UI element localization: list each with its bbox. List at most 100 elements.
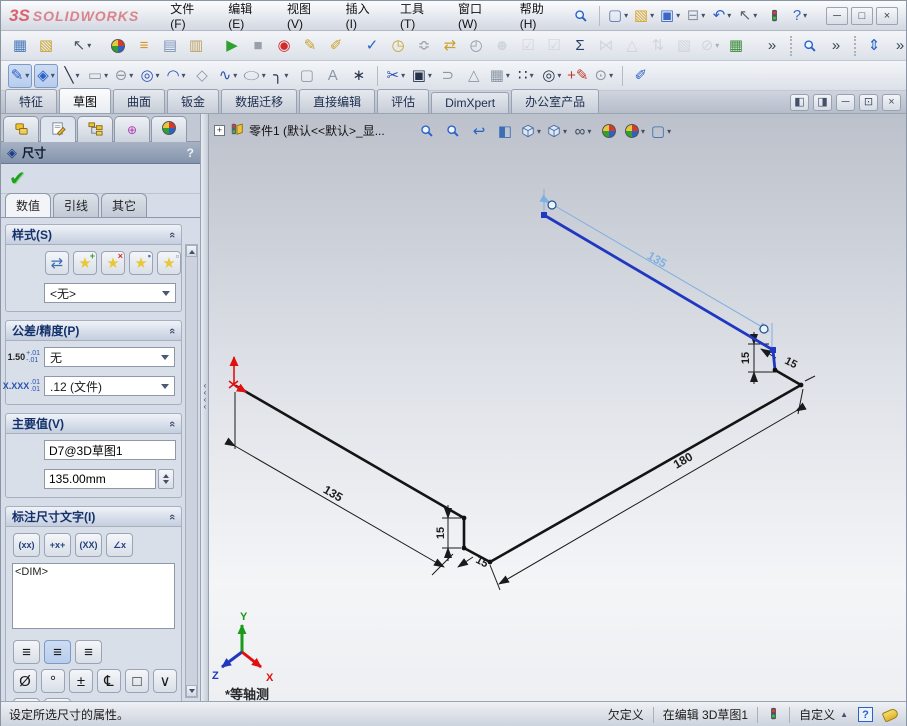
dimension-name-field[interactable] bbox=[44, 440, 176, 460]
view-settings-button[interactable]: ▢▾ bbox=[649, 119, 673, 143]
symbol-diameter-button[interactable]: Ø bbox=[13, 669, 37, 693]
add-relation-button[interactable]: +✎ bbox=[566, 64, 590, 88]
splitter-collapse-icon[interactable]: ‹‹‹‹ bbox=[201, 382, 209, 410]
dropdown-arrow-icon[interactable]: ▾ bbox=[401, 71, 405, 80]
draft-analysis-button[interactable]: △ bbox=[620, 34, 644, 58]
tolerance-dropdown[interactable]: 无 bbox=[44, 347, 175, 367]
dropdown-arrow-icon[interactable]: ▾ bbox=[182, 71, 186, 80]
tag-icon[interactable] bbox=[882, 707, 900, 722]
instant2d-button[interactable]: ⊙▾ bbox=[592, 64, 616, 88]
convert-entities-button[interactable]: ▣▾ bbox=[410, 64, 434, 88]
dimtext-offset-text-button[interactable]: +x+ bbox=[44, 533, 71, 557]
style-section-header[interactable]: 样式(S) « bbox=[6, 225, 181, 245]
display-relations-button[interactable]: ◎▾ bbox=[540, 64, 564, 88]
configurationmanager-tab-button[interactable] bbox=[77, 116, 113, 142]
dropdown-arrow-icon[interactable]: ▾ bbox=[715, 41, 719, 50]
dropdown-arrow-icon[interactable]: ▾ bbox=[563, 127, 567, 136]
copy-button[interactable]: ▤ bbox=[158, 34, 182, 58]
point-button[interactable]: ∗ bbox=[347, 64, 371, 88]
deviation-analysis-button[interactable]: ⋈ bbox=[594, 34, 618, 58]
scroll-up-icon[interactable] bbox=[186, 245, 197, 257]
panel-splitter[interactable]: ‹‹‹‹ bbox=[201, 114, 209, 701]
dimxpertmanager-tab-button[interactable]: ⊕ bbox=[114, 116, 150, 142]
more-view-button[interactable]: » bbox=[824, 34, 848, 58]
dropdown-arrow-icon[interactable]: ▾ bbox=[676, 11, 680, 20]
move-face-button[interactable]: ⇄ bbox=[438, 34, 462, 58]
sketch-fillet-button[interactable]: ╮▾ bbox=[269, 64, 293, 88]
paste-button[interactable]: ▥ bbox=[184, 34, 208, 58]
dimension-value-stepper[interactable] bbox=[158, 469, 174, 489]
save-document-button[interactable]: ▣▾ bbox=[658, 4, 682, 28]
sketch-button[interactable]: ✎▾ bbox=[8, 64, 32, 88]
dropdown-arrow-icon[interactable]: ▾ bbox=[537, 127, 541, 136]
stepper-down-icon[interactable] bbox=[163, 480, 169, 487]
menu-item[interactable]: 文件(F) bbox=[159, 0, 217, 36]
more-tools-button[interactable]: » bbox=[888, 34, 907, 58]
featuremanager-tab-button[interactable] bbox=[3, 116, 39, 142]
arc-button[interactable]: ◠▾ bbox=[164, 64, 188, 88]
menu-item[interactable]: 窗口(W) bbox=[447, 0, 509, 36]
dropdown-arrow-icon[interactable]: ▾ bbox=[624, 11, 628, 20]
dropdown-arrow-icon[interactable]: ▾ bbox=[650, 11, 654, 20]
menu-item[interactable]: 工具(T) bbox=[389, 0, 447, 36]
caret-up-icon[interactable]: ▲ bbox=[840, 710, 848, 719]
symbol-square-button[interactable]: □ bbox=[125, 669, 149, 693]
more-standard-button[interactable]: » bbox=[760, 34, 784, 58]
command-tab[interactable]: 直接编辑 bbox=[299, 89, 375, 113]
viewport-background[interactable] bbox=[209, 114, 906, 701]
sketch-text-button[interactable]: A bbox=[321, 64, 345, 88]
collapse-chevron-icon[interactable]: « bbox=[166, 327, 178, 333]
dropdown-arrow-icon[interactable]: ▾ bbox=[284, 71, 288, 80]
dropdown-arrow-icon[interactable]: ▾ bbox=[262, 71, 266, 80]
offset-entities-button[interactable]: ⊃ bbox=[436, 64, 460, 88]
sensors-button[interactable]: ⊘▾ bbox=[698, 34, 722, 58]
print-document-button[interactable]: ⊟▾ bbox=[684, 4, 708, 28]
new-document-button[interactable]: ▢▾ bbox=[606, 4, 630, 28]
viewport-layout-button[interactable]: ▦ bbox=[8, 34, 32, 58]
document-close-button[interactable]: × bbox=[882, 94, 901, 111]
dimension-text-section-header[interactable]: 标注尺寸文字(I) « bbox=[6, 507, 181, 527]
dimension-value-field[interactable] bbox=[44, 469, 156, 489]
macro-stop-button[interactable]: ■ bbox=[246, 34, 270, 58]
collapse-right-pane-button[interactable]: ◨ bbox=[813, 94, 832, 111]
selected-vertex[interactable] bbox=[770, 347, 776, 353]
section-view-button[interactable]: ◧ bbox=[493, 119, 517, 143]
dimension-handle[interactable] bbox=[548, 201, 556, 209]
dimension-15-left-label[interactable]: 15 bbox=[435, 527, 447, 539]
dropdown-arrow-icon[interactable]: ▾ bbox=[530, 71, 534, 80]
macro-edit-button[interactable]: ✐ bbox=[324, 34, 348, 58]
line-button[interactable]: ╲▾ bbox=[60, 64, 84, 88]
dropdown-arrow-icon[interactable]: ▾ bbox=[76, 71, 80, 80]
symbol-plus-minus-button[interactable]: ± bbox=[69, 669, 93, 693]
command-tab[interactable]: 草图 bbox=[59, 88, 111, 113]
apply-scene-button[interactable]: ▾ bbox=[623, 119, 647, 143]
displaymanager-tab-button[interactable] bbox=[151, 116, 187, 142]
command-tab[interactable]: 评估 bbox=[377, 89, 429, 113]
hide-show-items-button[interactable]: ∞▾ bbox=[571, 119, 595, 143]
edit-appearance-button[interactable] bbox=[597, 119, 621, 143]
part-preview-button[interactable]: ▧ bbox=[34, 34, 58, 58]
menu-item[interactable]: 编辑(E) bbox=[217, 0, 276, 36]
command-tab[interactable]: 曲面 bbox=[113, 89, 165, 113]
symbol-centerline-button[interactable]: ℄ bbox=[97, 669, 121, 693]
check-entity-button[interactable]: ☑ bbox=[516, 34, 540, 58]
dropdown-arrow-icon[interactable]: ▾ bbox=[25, 71, 29, 80]
linear-sketch-pattern-button[interactable]: ▦▾ bbox=[488, 64, 512, 88]
ok-button[interactable]: ✔ bbox=[9, 166, 26, 191]
tolerance-section-header[interactable]: 公差/精度(P) « bbox=[6, 321, 181, 341]
dropdown-arrow-icon[interactable]: ▾ bbox=[506, 71, 510, 80]
dropdown-arrow-icon[interactable]: ▾ bbox=[609, 71, 613, 80]
dropdown-arrow-icon[interactable]: ▾ bbox=[667, 127, 671, 136]
spell-check-button[interactable]: ✓ bbox=[360, 34, 384, 58]
previous-view-button[interactable]: ↩ bbox=[467, 119, 491, 143]
zoom-area-button[interactable] bbox=[441, 119, 465, 143]
design-checker-button[interactable]: ≡ bbox=[132, 34, 156, 58]
zoom-tool-button[interactable] bbox=[798, 34, 822, 58]
open-document-button[interactable]: ▧▾ bbox=[632, 4, 656, 28]
dropdown-arrow-icon[interactable]: ▾ bbox=[51, 71, 55, 80]
dimension-15-right-vertical-label[interactable]: 15 bbox=[740, 352, 752, 364]
dimtext-dual-dimension-button[interactable]: ∠x bbox=[106, 533, 133, 557]
style-dropdown[interactable]: <无> bbox=[44, 283, 176, 303]
dropdown-arrow-icon[interactable]: ▾ bbox=[587, 127, 591, 136]
more-option-button[interactable] bbox=[44, 698, 71, 701]
